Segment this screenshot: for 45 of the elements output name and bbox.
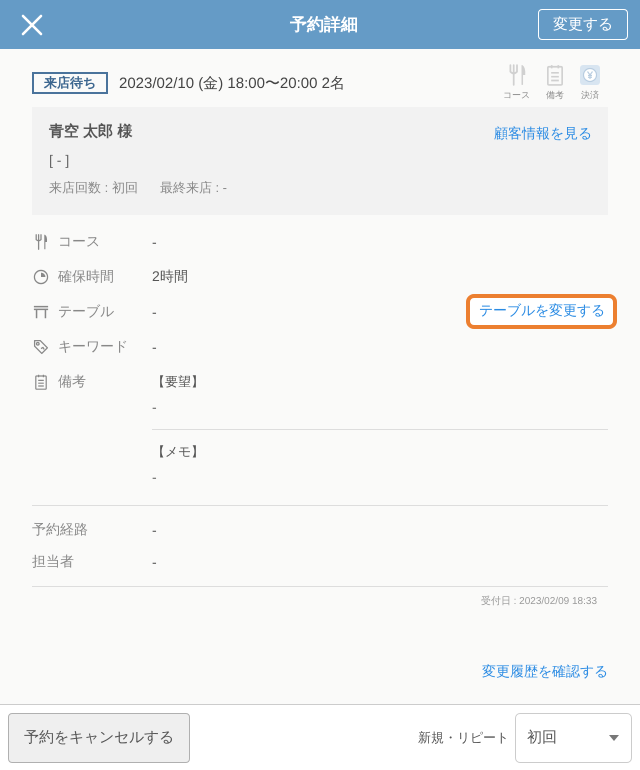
visit-count: 来店回数 : 初回 <box>49 179 138 197</box>
field-value: - <box>152 304 158 320</box>
field-label: 担当者 <box>32 553 75 571</box>
status-badge: 来店待ち <box>32 72 108 94</box>
field-label: 備考 <box>58 372 87 390</box>
customer-tag: [ - ] <box>49 150 494 170</box>
customer-info-link[interactable]: 顧客情報を見る <box>494 123 592 143</box>
field-label: 予約経路 <box>32 521 89 539</box>
window-title: 予約詳細 <box>289 14 359 36</box>
received-date: 受付日 : 2023/02/09 18:33 <box>480 595 597 609</box>
field-label: テーブル <box>58 302 115 320</box>
field-value: - <box>152 522 157 538</box>
field-label: 確保時間 <box>58 268 115 286</box>
edit-button[interactable]: 変更する <box>538 9 628 40</box>
field-value: - <box>152 554 157 570</box>
fork-knife-icon <box>506 64 526 86</box>
caret-icon <box>609 734 619 740</box>
icon-label: 決済 <box>581 89 599 102</box>
close-icon[interactable] <box>20 12 44 36</box>
clock-icon <box>33 268 49 284</box>
field-value: - <box>152 234 158 250</box>
field-label: コース <box>58 232 101 250</box>
note-heading: 【メモ】 <box>152 443 205 461</box>
fork-knife-icon <box>33 234 49 250</box>
change-history-link[interactable]: 変更履歴を確認する <box>482 661 608 681</box>
table-icon <box>33 304 49 320</box>
icon-label: コース <box>503 89 530 102</box>
last-visit: 最終来店 : - <box>160 179 228 197</box>
visit-type-label: 新規・リピート <box>418 728 509 746</box>
field-value: 2時間 <box>152 268 189 286</box>
change-table-link[interactable]: テーブルを変更する <box>466 294 617 329</box>
yen-coin-icon <box>580 64 600 86</box>
clipboard-icon <box>545 64 565 86</box>
customer-name: 青空 太郎 様 <box>49 122 134 142</box>
note-heading: 【要望】 <box>152 373 205 391</box>
visit-type-select[interactable]: 初回 <box>515 712 632 762</box>
icon-label: 備考 <box>546 89 564 102</box>
field-value: - <box>152 338 158 354</box>
tag-icon <box>33 338 49 354</box>
reservation-datetime: 2023/02/10 (金) 18:00〜20:00 2名 <box>119 74 346 92</box>
note-text: - <box>152 398 158 417</box>
clipboard-icon <box>33 374 49 390</box>
field-label: キーワード <box>58 338 129 356</box>
note-text: - <box>152 468 158 487</box>
cancel-reservation-button[interactable]: 予約をキャンセルする <box>8 712 190 762</box>
